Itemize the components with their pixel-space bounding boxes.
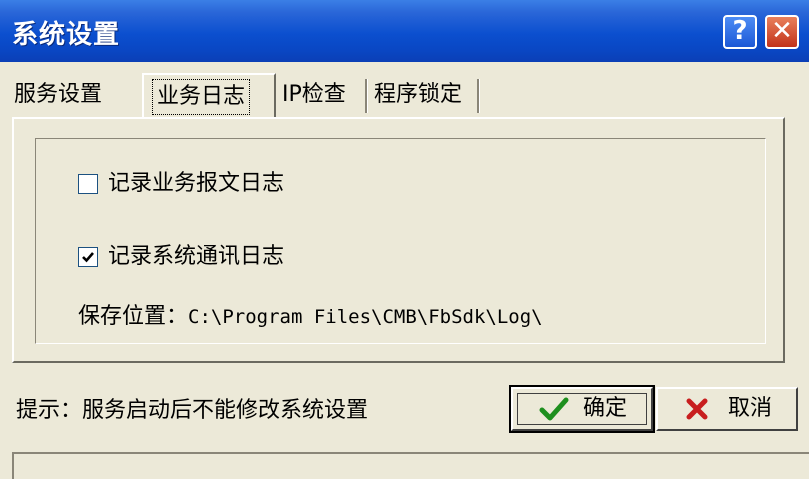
help-button[interactable]: ?	[723, 15, 757, 49]
settings-dialog: 系统设置 ? ✕ 服务设置 业务日志 IP检查 程序锁定 记录业务报文日志 记录…	[0, 0, 809, 479]
ok-button[interactable]: 确定	[509, 385, 655, 433]
checkmark-icon	[82, 252, 94, 263]
cancel-label: 取消	[728, 396, 773, 421]
title-bar[interactable]: 系统设置 ? ✕	[0, 0, 809, 62]
checkmark-icon	[539, 397, 569, 421]
tab-divider	[365, 79, 368, 113]
system-log-checkbox[interactable]	[78, 247, 98, 267]
save-location-label: 保存位置：	[78, 304, 189, 329]
system-log-label: 记录系统通讯日志	[108, 244, 285, 269]
tab-service-settings[interactable]: 服务设置	[14, 73, 102, 117]
x-icon	[686, 398, 708, 420]
tab-divider	[477, 79, 480, 113]
business-log-label: 记录业务报文日志	[108, 171, 285, 196]
save-location-path: C:\Program Files\CMB\FbSdk\Log\	[188, 306, 543, 328]
tab-business-log[interactable]: 业务日志	[142, 73, 276, 119]
ok-label: 确定	[583, 396, 628, 421]
save-location: 保存位置：C:\Program Files\CMB\FbSdk\Log\	[78, 303, 543, 331]
window-title: 系统设置	[12, 20, 121, 50]
tab-program-lock[interactable]: 程序锁定	[374, 73, 462, 117]
close-button[interactable]: ✕	[765, 15, 799, 49]
tab-business-log-label: 业务日志	[152, 79, 251, 115]
hint-text: 提示：服务启动后不能修改系统设置	[16, 398, 369, 423]
business-log-checkbox[interactable]	[78, 174, 98, 194]
cancel-button[interactable]: 取消	[656, 387, 798, 431]
focus-rect	[517, 393, 647, 425]
tab-ip-check[interactable]: IP检查	[282, 73, 346, 117]
status-area	[12, 452, 809, 479]
